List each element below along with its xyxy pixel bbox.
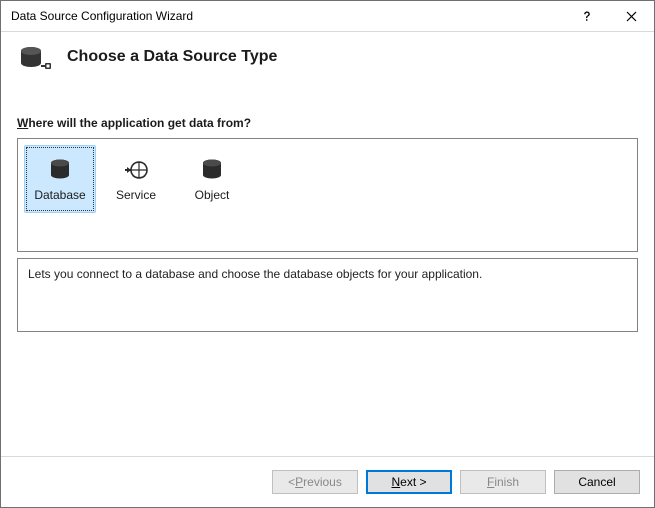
description-text: Lets you connect to a database and choos… — [28, 267, 482, 281]
next-button[interactable]: Next > — [366, 470, 452, 494]
wizard-window: Data Source Configuration Wizard Choose … — [0, 0, 655, 508]
footer: < Previous Next > Finish Cancel — [1, 456, 654, 507]
object-icon — [198, 156, 226, 184]
option-label: Service — [116, 188, 156, 202]
option-label: Database — [34, 188, 85, 202]
prompt-label: Where will the application get data from… — [17, 116, 638, 130]
close-button[interactable] — [609, 1, 654, 31]
previous-button: < Previous — [272, 470, 358, 494]
description-box: Lets you connect to a database and choos… — [17, 258, 638, 332]
window-title: Data Source Configuration Wizard — [1, 9, 564, 23]
datasource-header-icon — [17, 44, 53, 80]
finish-button: Finish — [460, 470, 546, 494]
option-label: Object — [195, 188, 230, 202]
option-service[interactable]: Service — [100, 145, 172, 213]
option-object[interactable]: Object — [176, 145, 248, 213]
options-list: Database Service — [17, 138, 638, 252]
cancel-button[interactable]: Cancel — [554, 470, 640, 494]
content-area: Where will the application get data from… — [1, 116, 654, 456]
titlebar: Data Source Configuration Wizard — [1, 1, 654, 32]
page-title: Choose a Data Source Type — [67, 48, 277, 66]
database-icon — [46, 156, 74, 184]
header: Choose a Data Source Type — [1, 32, 654, 116]
option-database[interactable]: Database — [24, 145, 96, 213]
service-icon — [122, 156, 150, 184]
help-button[interactable] — [564, 1, 609, 31]
